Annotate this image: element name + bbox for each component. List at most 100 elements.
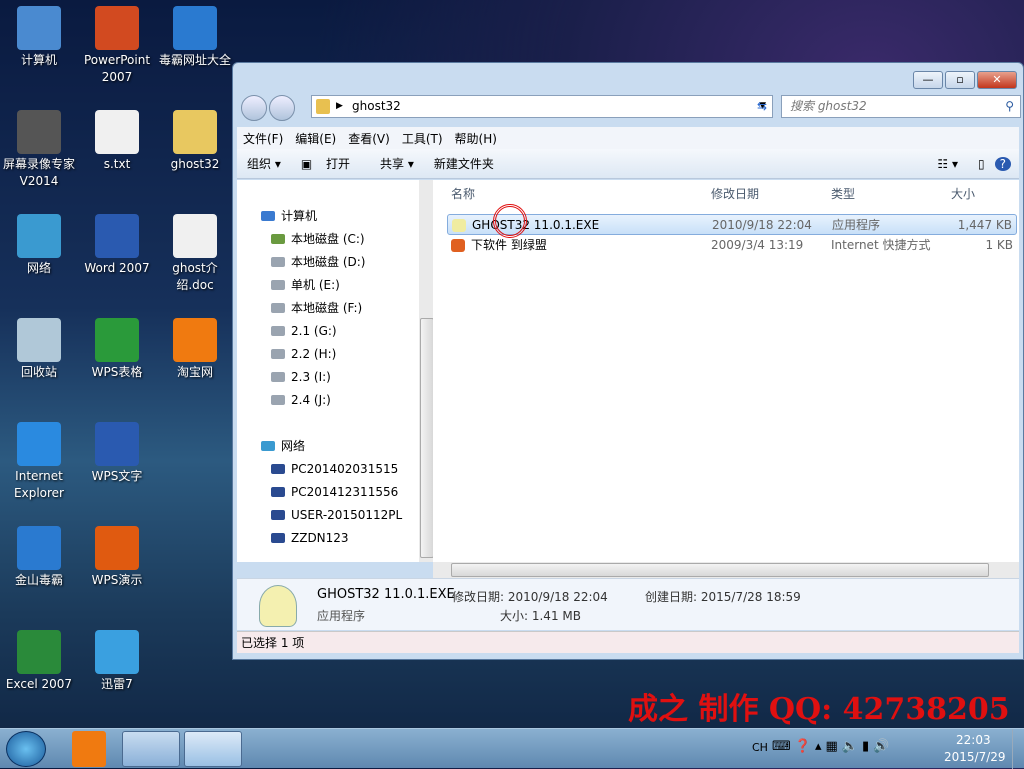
desktop-icon[interactable]: 毒霸网址大全 (156, 0, 234, 69)
clock-time[interactable]: 22:03 (956, 733, 991, 747)
nav-item-icon (271, 487, 285, 497)
menu-item[interactable]: 查看(V) (342, 130, 396, 147)
desktop-icon[interactable]: ghost32 (156, 104, 234, 173)
desktop-icon[interactable]: WPS表格 (78, 312, 156, 381)
desktop-icon[interactable]: WPS演示 (78, 520, 156, 589)
organize-button[interactable]: 组织 ▾ (237, 155, 291, 172)
menu-item[interactable]: 编辑(E) (289, 130, 342, 147)
nav-item[interactable]: 2.1 (G:) (271, 321, 337, 341)
desktop-icon[interactable]: Excel 2007 (0, 624, 78, 693)
desktop-icon-label: WPS演示 (91, 573, 143, 587)
clock-date[interactable]: 2015/7/29 (944, 750, 1006, 764)
nav-item-icon (261, 441, 275, 451)
nav-item[interactable]: PC201402031515 (271, 459, 398, 479)
minimize-button[interactable]: — (913, 71, 943, 89)
desktop-icon-label: 毒霸网址大全 (158, 53, 231, 67)
new-folder-button[interactable]: 新建文件夹 (424, 155, 504, 172)
desktop-icon-label: 网络 (26, 261, 51, 275)
refresh-button[interactable]: ⇆ (751, 96, 773, 117)
maximize-button[interactable]: ▫ (945, 71, 975, 89)
nav-item-icon (271, 303, 285, 313)
desktop-icon-label: 金山毒霸 (14, 573, 63, 587)
nav-item[interactable]: 2.4 (J:) (271, 390, 331, 410)
column-size[interactable]: 大小 (951, 180, 975, 208)
forward-button[interactable] (269, 95, 295, 121)
nav-item-icon (271, 510, 285, 520)
desktop-icon-label: PowerPoint 2007 (83, 53, 151, 84)
desktop-icon[interactable]: PowerPoint 2007 (78, 0, 156, 86)
taskbar: CH ⌨❓▴▦🔈▮🔊 22:03 2015/7/29 (0, 728, 1024, 769)
desktop-icon-label: 淘宝网 (176, 365, 213, 379)
desktop-icon[interactable]: s.txt (78, 104, 156, 173)
desktop-icon-label: ghost介绍.doc (172, 261, 218, 292)
desktop-icon[interactable]: 计算机 (0, 0, 78, 69)
nav-item[interactable]: 单机 (E:) (271, 275, 340, 295)
nav-item[interactable]: USER-20150112PL (271, 505, 402, 525)
app-icon (17, 526, 61, 570)
app-icon (173, 6, 217, 50)
file-row[interactable]: GHOST32 11.0.1.EXE 2010/9/18 22:04 应用程序 1,4… (447, 214, 1017, 235)
desktop-icon[interactable]: 金山毒霸 (0, 520, 78, 589)
app-icon (17, 110, 61, 154)
column-name[interactable]: 名称 (451, 180, 475, 208)
desktop-icon[interactable]: WPS文字 (78, 416, 156, 485)
nav-item[interactable]: 2.2 (H:) (271, 344, 336, 364)
app-icon (95, 630, 139, 674)
nav-item-icon (271, 395, 285, 405)
desktop-icon[interactable]: 网络 (0, 208, 78, 277)
nav-item[interactable]: PC201412311556 (271, 482, 398, 502)
close-button[interactable]: ✕ (977, 71, 1017, 89)
back-button[interactable] (241, 95, 267, 121)
desktop-icon-label: Word 2007 (84, 261, 150, 275)
search-input[interactable]: 搜索 ghost32 ⚲ (781, 95, 1021, 118)
nav-item-icon (271, 326, 285, 336)
taskbar-explorer[interactable] (184, 731, 242, 767)
show-desktop-button[interactable] (1012, 729, 1024, 769)
nav-item-icon (271, 533, 285, 543)
desktop-icon[interactable]: 回收站 (0, 312, 78, 381)
file-icon (452, 219, 466, 232)
app-icon (17, 318, 61, 362)
nav-item[interactable]: 网络 (261, 436, 305, 456)
menu-item[interactable]: 帮助(H) (449, 130, 503, 147)
nav-item[interactable]: 本地磁盘 (F:) (271, 298, 362, 318)
desktop-icon-label: ghost32 (170, 157, 220, 171)
column-type[interactable]: 类型 (831, 180, 855, 208)
help-icon[interactable]: ? (994, 156, 1011, 171)
start-button[interactable] (6, 731, 46, 767)
address-bar[interactable]: ▶ ghost32 ▼ (311, 95, 773, 118)
file-row[interactable]: 下软件 到绿盟 2009/3/4 13:19 Internet 快捷方式 1 KB (447, 235, 1017, 256)
desktop-icon[interactable]: 淘宝网 (156, 312, 234, 381)
nav-item[interactable]: 本地磁盘 (D:) (271, 252, 365, 272)
desktop-icon-label: WPS表格 (91, 365, 143, 379)
desktop-icon[interactable]: Word 2007 (78, 208, 156, 277)
taskbar-computer[interactable] (122, 731, 180, 767)
desktop-icon-label: Excel 2007 (5, 677, 73, 691)
taskbar-taobao[interactable] (72, 731, 106, 767)
desktop-icon-label: Internet Explorer (14, 469, 64, 500)
open-button[interactable]: ▣ 打开 (291, 155, 370, 172)
column-date[interactable]: 修改日期 (711, 180, 759, 208)
horizontal-scrollbar[interactable] (433, 562, 1019, 578)
nav-item-icon (271, 349, 285, 359)
desktop-icon[interactable]: 迅雷7 (78, 624, 156, 693)
preview-pane-icon[interactable]: ▯ (968, 157, 995, 171)
menu-item[interactable]: 工具(T) (396, 130, 449, 147)
explorer-window: — ▫ ✕ ▶ ghost32 ▼ ⇆ 搜索 ghost32 ⚲ 文件(F) 编辑(… (232, 62, 1024, 660)
nav-item-icon (271, 372, 285, 382)
file-icon (451, 239, 465, 252)
desktop-icon[interactable]: 屏幕录像专家 V2014 (0, 104, 78, 190)
desktop-icon[interactable]: Internet Explorer (0, 416, 78, 502)
app-icon (17, 630, 61, 674)
view-options-icon[interactable]: ☷ ▾ (927, 157, 968, 171)
language-indicator[interactable]: CH (752, 741, 768, 754)
desktop-icon[interactable]: ghost介绍.doc (156, 208, 234, 294)
nav-item[interactable]: 计算机 (261, 206, 317, 226)
nav-item[interactable]: 2.3 (I:) (271, 367, 331, 387)
nav-item-icon (271, 257, 285, 267)
tray-icons[interactable]: ⌨❓▴▦🔈▮🔊 (772, 739, 893, 754)
menu-item[interactable]: 文件(F) (237, 130, 289, 147)
share-button[interactable]: 共享 ▾ (370, 155, 424, 172)
nav-item[interactable]: 本地磁盘 (C:) (271, 229, 365, 249)
nav-item[interactable]: ZZDN123 (271, 528, 349, 548)
